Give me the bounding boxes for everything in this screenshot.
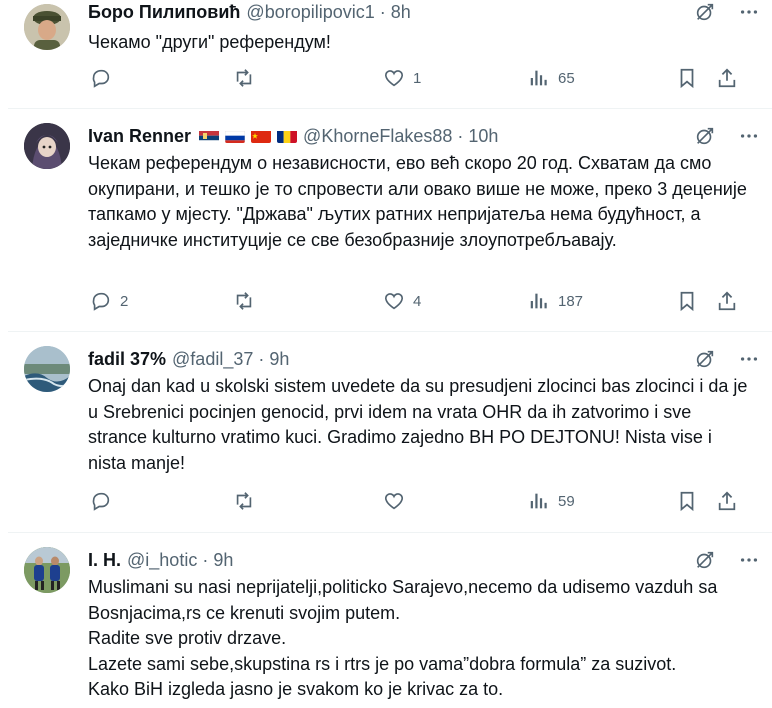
tweet[interactable]: Ivan Renner @KhorneFlakes88 · 10h Чекам … (8, 109, 770, 331)
reply-button[interactable]: 2 (90, 290, 128, 312)
retweet-button[interactable] (233, 290, 263, 312)
views-icon (528, 67, 550, 89)
views-button[interactable]: 65 (528, 67, 575, 89)
author-handle[interactable]: @i_hotic (127, 550, 197, 571)
action-bar: 59 (88, 490, 748, 518)
author-handle[interactable]: @fadil_37 (172, 349, 253, 370)
separator: · (457, 125, 464, 146)
separator: · (258, 348, 265, 369)
bookmark-icon (676, 290, 698, 312)
reply-icon (90, 290, 112, 312)
tweet-text: Чекам референдум о независности, ево већ… (88, 153, 747, 250)
like-count: 4 (413, 292, 422, 310)
views-count: 65 (558, 69, 575, 87)
like-button[interactable]: 1 (383, 67, 421, 89)
reply-button[interactable] (90, 490, 120, 512)
serbia-flag (199, 129, 220, 143)
bookmark-icon (676, 490, 698, 512)
action-bar: 1 65 (88, 67, 748, 95)
author-name[interactable]: fadil 37% (88, 349, 166, 370)
timestamp[interactable]: 9h (269, 349, 289, 370)
tweet-text: Onaj dan kad u skolski sistem uvedete da… (88, 376, 748, 473)
timestamp[interactable]: 10h (468, 126, 498, 147)
author-handle[interactable]: @KhorneFlakes88 (303, 126, 452, 147)
separator: · (202, 549, 209, 570)
reply-icon (90, 490, 112, 512)
grok-icon[interactable] (694, 125, 716, 147)
like-icon (383, 67, 405, 89)
grok-icon[interactable] (694, 348, 716, 370)
share-icon (716, 290, 738, 312)
author-handle[interactable]: @boropilipovic1 (246, 2, 374, 23)
separator: · (379, 1, 386, 22)
like-button[interactable] (383, 490, 413, 512)
views-count: 187 (558, 292, 584, 310)
reply-button[interactable] (90, 67, 120, 89)
china-flag (251, 129, 272, 143)
avatar[interactable] (24, 123, 70, 169)
author-name[interactable]: Боро Пилиповић (88, 2, 240, 23)
like-icon (383, 290, 405, 312)
retweet-button[interactable] (233, 490, 263, 512)
retweet-button[interactable] (233, 67, 263, 89)
tweet[interactable]: Боро Пилиповић @boropilipovic1 · 8h Чека… (8, 0, 770, 108)
bookmark-icon (676, 67, 698, 89)
views-button[interactable]: 59 (528, 490, 575, 512)
tweet[interactable]: I. H. @i_hotic · 9h Muslimani su nasi ne… (8, 533, 770, 708)
more-icon[interactable] (738, 125, 760, 147)
more-icon[interactable] (738, 549, 760, 571)
reply-icon (90, 67, 112, 89)
views-icon (528, 490, 550, 512)
share-icon (716, 67, 738, 89)
bookmark-button[interactable] (676, 67, 698, 89)
author-name[interactable]: I. H. (88, 550, 121, 571)
more-icon[interactable] (738, 348, 760, 370)
reply-count: 2 (120, 292, 129, 310)
share-button[interactable] (716, 290, 738, 312)
timestamp[interactable]: 8h (391, 2, 411, 23)
action-bar: 2 4 187 (88, 290, 748, 318)
bookmark-button[interactable] (676, 290, 698, 312)
romania-flag (277, 129, 298, 143)
like-button[interactable]: 4 (383, 290, 421, 312)
avatar[interactable] (24, 547, 70, 593)
avatar[interactable] (24, 4, 70, 50)
russia-flag (225, 129, 246, 143)
share-button[interactable] (716, 67, 738, 89)
views-count: 59 (558, 492, 575, 510)
share-button[interactable] (716, 490, 738, 512)
views-icon (528, 290, 550, 312)
flag-emojis (199, 129, 298, 143)
grok-icon[interactable] (694, 549, 716, 571)
share-icon (716, 490, 738, 512)
retweet-icon (233, 490, 255, 512)
bookmark-button[interactable] (676, 490, 698, 512)
more-icon[interactable] (738, 1, 760, 23)
author-name[interactable]: Ivan Renner (88, 126, 191, 147)
grok-icon[interactable] (694, 1, 716, 23)
avatar[interactable] (24, 346, 70, 392)
retweet-icon (233, 67, 255, 89)
like-icon (383, 490, 405, 512)
views-button[interactable]: 187 (528, 290, 583, 312)
timestamp[interactable]: 9h (213, 550, 233, 571)
tweet-text: Чекамо "други" референдум! (88, 32, 331, 52)
tweet[interactable]: fadil 37% @fadil_37 · 9h Onaj dan kad u … (8, 332, 770, 532)
retweet-icon (233, 290, 255, 312)
like-count: 1 (413, 69, 422, 87)
tweet-text: Muslimani su nasi neprijatelji,politicko… (88, 577, 718, 699)
